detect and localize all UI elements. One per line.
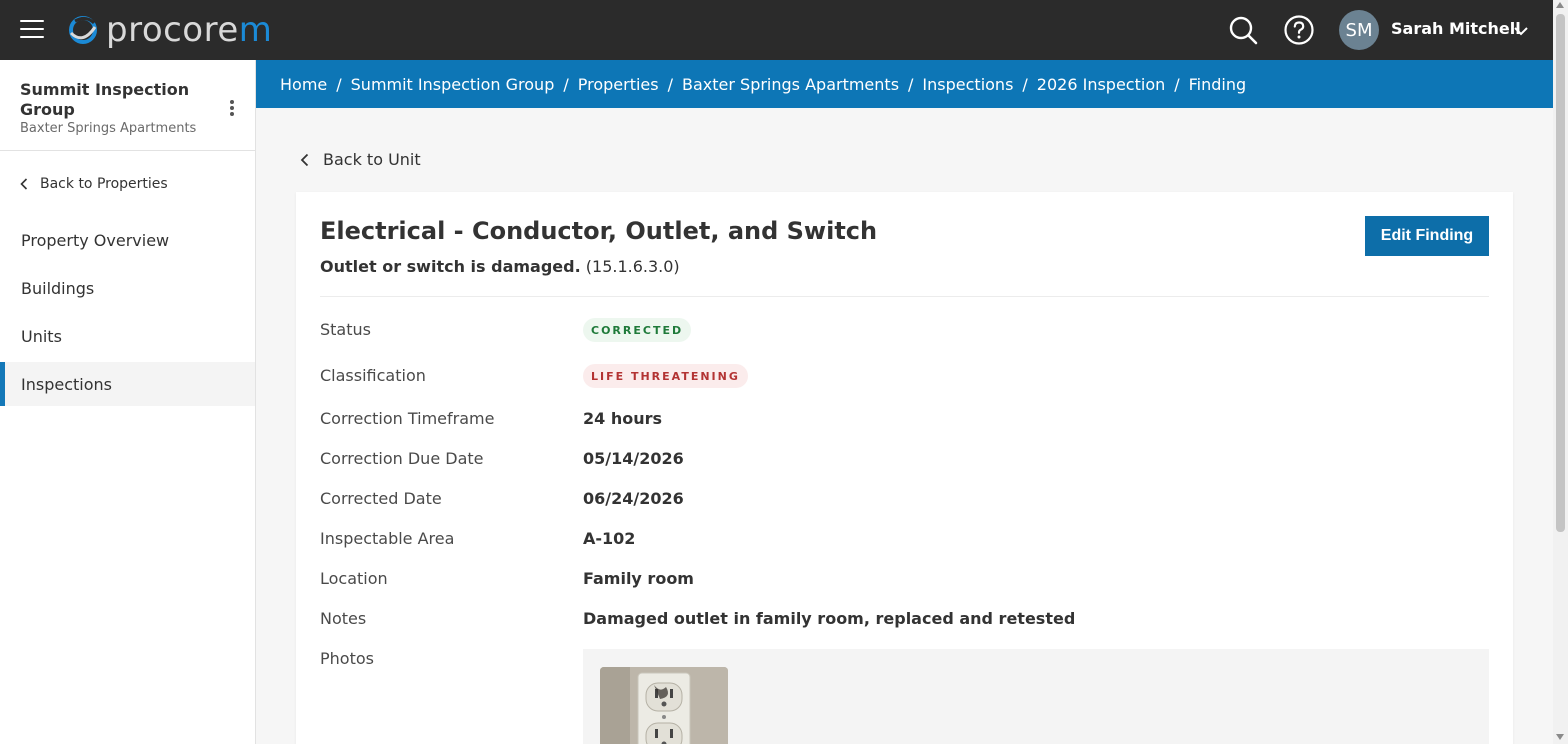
breadcrumb: Home / Summit Inspection Group / Propert… xyxy=(256,60,1553,108)
avatar[interactable]: SM xyxy=(1339,10,1379,50)
notes-value: Damaged outlet in family room, replaced … xyxy=(583,609,1076,628)
chevron-down-icon[interactable] xyxy=(1512,22,1530,40)
inspectable-area-label: Inspectable Area xyxy=(320,529,455,548)
sidebar-item-buildings[interactable]: Buildings xyxy=(0,266,255,310)
photo-thumbnail[interactable] xyxy=(600,667,728,744)
classification-label: Classification xyxy=(320,366,426,385)
scroll-down-icon[interactable] xyxy=(1556,734,1564,740)
finding-description: Outlet or switch is damaged. (15.1.6.3.0… xyxy=(320,257,680,276)
property-name: Baxter Springs Apartments xyxy=(20,121,197,136)
breadcrumb-separator: / xyxy=(1174,74,1180,94)
edit-finding-button[interactable]: Edit Finding xyxy=(1365,216,1489,256)
breadcrumb-inspection[interactable]: 2026 Inspection xyxy=(1037,75,1165,94)
scrollbar-thumb[interactable] xyxy=(1556,14,1565,532)
inspectable-area-value: A-102 xyxy=(583,529,636,548)
sidebar-item-units[interactable]: Units xyxy=(0,314,255,358)
page-scrollbar[interactable] xyxy=(1553,0,1568,744)
page-title: Electrical - Conductor, Outlet, and Swit… xyxy=(320,217,878,245)
chevron-left-icon xyxy=(300,153,309,166)
logo-mark-icon xyxy=(69,16,97,44)
breadcrumb-properties[interactable]: Properties xyxy=(578,75,659,94)
scroll-up-icon[interactable] xyxy=(1556,2,1564,8)
breadcrumb-org[interactable]: Summit Inspection Group xyxy=(351,75,555,94)
breadcrumb-home[interactable]: Home xyxy=(280,75,327,94)
back-to-unit-link[interactable]: Back to Unit xyxy=(300,150,421,169)
org-name: Summit Inspection Group xyxy=(20,80,190,119)
app-logo[interactable]: procorem xyxy=(66,10,273,50)
logo-wordmark: procorem xyxy=(106,10,273,50)
breadcrumb-property[interactable]: Baxter Springs Apartments xyxy=(682,75,899,94)
user-name[interactable]: Sarah Mitchell xyxy=(1391,19,1521,38)
status-badge: CORRECTED xyxy=(583,318,692,342)
corrected-date-label: Corrected Date xyxy=(320,489,442,508)
more-options-icon[interactable] xyxy=(226,100,238,118)
finding-card: Electrical - Conductor, Outlet, and Swit… xyxy=(296,192,1513,744)
breadcrumb-inspections[interactable]: Inspections xyxy=(922,75,1013,94)
classification-badge: LIFE THREATENING xyxy=(583,364,748,388)
timeframe-label: Correction Timeframe xyxy=(320,409,495,428)
card-divider xyxy=(320,296,1489,297)
help-icon[interactable] xyxy=(1283,14,1315,46)
status-label: Status xyxy=(320,320,371,339)
due-date-value: 05/14/2026 xyxy=(583,449,684,468)
chevron-left-icon xyxy=(20,178,28,190)
breadcrumb-separator: / xyxy=(908,74,914,94)
timeframe-value: 24 hours xyxy=(583,409,663,428)
sidebar-item-property-overview[interactable]: Property Overview xyxy=(0,218,255,262)
outlet-photo-icon xyxy=(600,667,728,744)
photos-label: Photos xyxy=(320,649,374,668)
sidebar-divider xyxy=(0,150,255,151)
due-date-label: Correction Due Date xyxy=(320,449,484,468)
breadcrumb-separator: / xyxy=(563,74,569,94)
photos-gallery xyxy=(583,649,1489,744)
location-label: Location xyxy=(320,569,388,588)
sidebar-nav: Property Overview Buildings Units Inspec… xyxy=(0,218,255,410)
back-to-properties-link[interactable]: Back to Properties xyxy=(20,176,168,192)
breadcrumb-separator: / xyxy=(1022,74,1028,94)
notes-label: Notes xyxy=(320,609,367,628)
corrected-date-value: 06/24/2026 xyxy=(583,489,684,508)
menu-icon[interactable] xyxy=(20,20,44,40)
top-bar: procorem SM Sarah Mitchell xyxy=(0,0,1553,60)
breadcrumb-finding: Finding xyxy=(1188,74,1247,94)
breadcrumb-separator: / xyxy=(667,74,673,94)
sidebar: Summit Inspection Group Baxter Springs A… xyxy=(0,60,256,744)
sidebar-item-inspections[interactable]: Inspections xyxy=(0,362,255,406)
location-value: Family room xyxy=(583,569,694,588)
breadcrumb-separator: / xyxy=(336,74,342,94)
search-icon[interactable] xyxy=(1227,14,1259,46)
